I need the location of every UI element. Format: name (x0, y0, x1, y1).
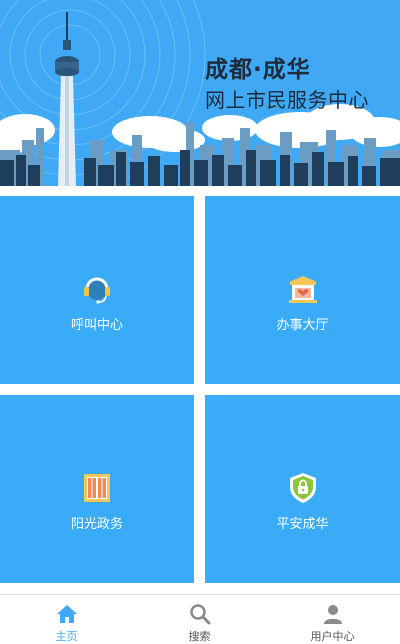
tile-open-government[interactable]: 阳光政务 (0, 395, 194, 583)
banner-title: 成都·成华 (205, 57, 311, 83)
banner-subtitle: 网上市民服务中心 (205, 88, 369, 112)
tab-search[interactable]: 搜索 (133, 595, 266, 643)
tile-label: 平安成华 (276, 517, 329, 532)
header-banner: 成都·成华 网上市民服务中心 (0, 0, 400, 186)
tab-label: 用户中心 (310, 630, 355, 643)
hall-building-icon (288, 276, 317, 303)
tile-call-center[interactable]: 呼叫中心 (0, 196, 194, 384)
shield-lock-icon (289, 473, 316, 503)
bottom-tab-bar: 主页 搜索 用户中心 (0, 594, 400, 643)
service-grid: 呼叫中心 办事大厅 阳光政务 平安成华 (0, 186, 400, 593)
tab-home[interactable]: 主页 (0, 595, 133, 643)
tile-label: 呼叫中心 (70, 318, 123, 333)
tile-service-hall[interactable]: 办事大厅 (205, 196, 400, 384)
tile-label: 阳光政务 (70, 517, 123, 532)
home-icon (56, 605, 77, 623)
tab-label: 搜索 (188, 630, 211, 643)
tab-label: 主页 (55, 630, 78, 643)
search-icon (189, 604, 210, 625)
headset-agent-icon (84, 277, 110, 304)
tile-label: 办事大厅 (276, 318, 329, 333)
window-doors-icon (84, 474, 110, 502)
tab-user-center[interactable]: 用户中心 (266, 595, 399, 643)
user-icon (323, 605, 342, 624)
tile-safe-chenghua[interactable]: 平安成华 (205, 395, 400, 583)
